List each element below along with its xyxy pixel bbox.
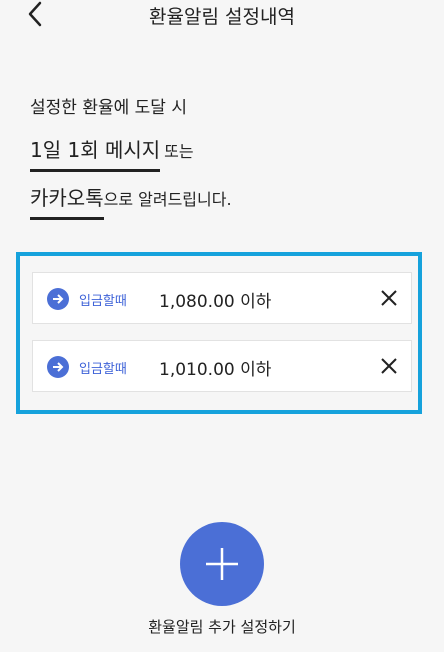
plus-icon bbox=[206, 548, 238, 580]
alert-rate: 1,010.00 이하 bbox=[159, 360, 272, 380]
intro-line-3: 카카오톡으로 알려드립니다. bbox=[30, 182, 430, 220]
alert-type: 입금할때 bbox=[79, 294, 127, 309]
highlight-kakaotalk: 카카오톡 bbox=[30, 182, 104, 220]
close-icon[interactable] bbox=[377, 286, 401, 310]
intro-line-2: 1일 1회 메시지 또는 bbox=[30, 134, 430, 172]
add-alert-label: 환율알림 추가 설정하기 bbox=[148, 618, 296, 636]
intro-line-2-suffix: 또는 bbox=[164, 142, 194, 161]
alert-item[interactable]: 입금할때 1,010.00 이하 bbox=[32, 340, 412, 392]
alert-item[interactable]: 입금할때 1,080.00 이하 bbox=[32, 272, 412, 324]
highlight-message: 1일 1회 메시지 bbox=[30, 134, 161, 172]
alert-type: 입금할때 bbox=[79, 362, 127, 377]
intro-line-3-suffix: 으로 알려드립니다. bbox=[103, 190, 232, 209]
header: 환율알림 설정내역 bbox=[0, 0, 444, 30]
alert-list: 입금할때 1,080.00 이하 입금할때 1,010.00 이하 bbox=[16, 252, 422, 414]
intro-text: 설정한 환율에 도달 시 1일 1회 메시지 또는 카카오톡으로 알려드립니다. bbox=[30, 96, 430, 220]
alert-rate: 1,080.00 이하 bbox=[159, 292, 272, 312]
close-icon[interactable] bbox=[377, 354, 401, 378]
arrow-right-circle-icon bbox=[47, 356, 69, 378]
intro-line-1: 설정한 환율에 도달 시 bbox=[30, 98, 187, 118]
add-alert-button[interactable] bbox=[180, 522, 264, 606]
page-title: 환율알림 설정내역 bbox=[149, 6, 295, 28]
arrow-right-circle-icon bbox=[47, 288, 69, 310]
